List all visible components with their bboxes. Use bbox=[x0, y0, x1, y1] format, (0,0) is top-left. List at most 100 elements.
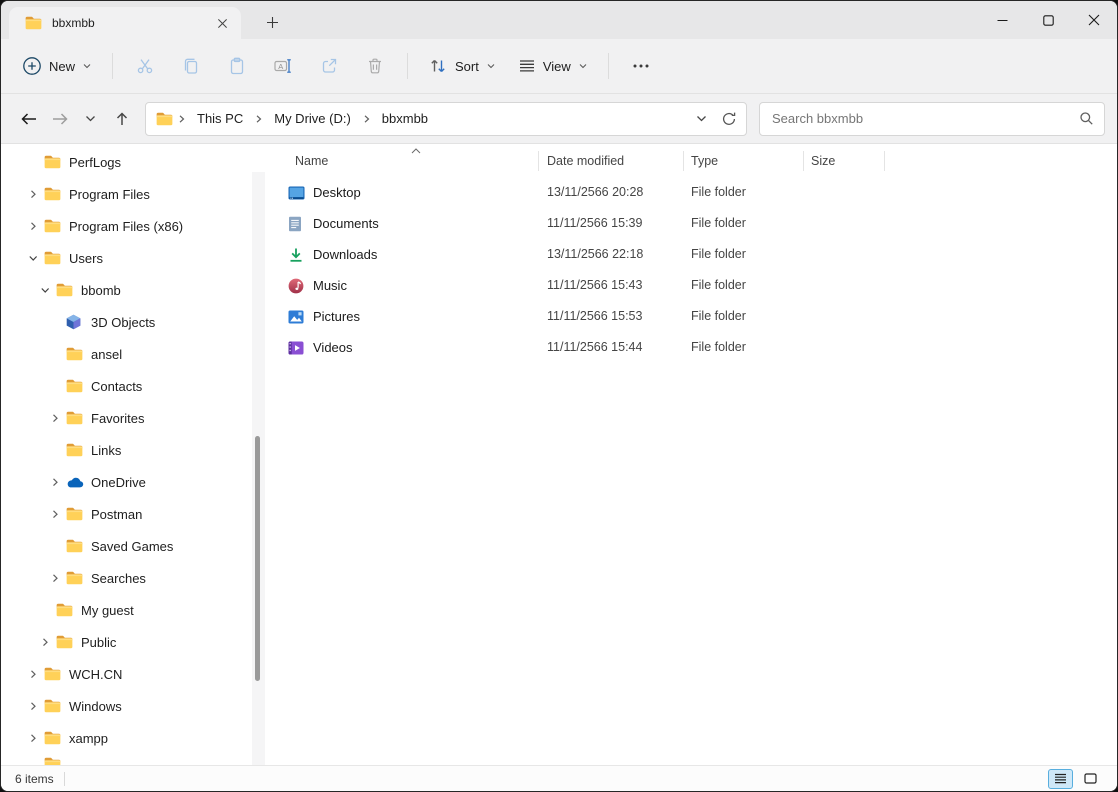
address-row: This PC My Drive (D:) bbxmbb bbox=[1, 94, 1117, 144]
chevron-down-icon[interactable] bbox=[37, 285, 52, 295]
folder-icon bbox=[56, 283, 75, 297]
sidebar-scrollbar-thumb[interactable] bbox=[255, 436, 260, 681]
sidebar-item-my-guest[interactable]: My guest bbox=[1, 594, 266, 626]
search-box[interactable] bbox=[759, 102, 1105, 136]
address-dropdown-button[interactable] bbox=[688, 105, 715, 132]
column-header-size[interactable]: Size bbox=[811, 148, 835, 174]
view-button[interactable]: View bbox=[507, 48, 599, 84]
share-button[interactable] bbox=[306, 48, 352, 84]
downloads-folder-icon bbox=[288, 247, 304, 263]
sidebar-item-perflogs[interactable]: PerfLogs bbox=[1, 146, 266, 178]
file-name: Desktop bbox=[313, 177, 361, 208]
back-button[interactable] bbox=[13, 103, 44, 134]
up-button[interactable] bbox=[106, 103, 137, 134]
desktop-folder-icon bbox=[288, 185, 305, 200]
sort-button[interactable]: Sort bbox=[417, 48, 507, 84]
breadcrumb-item-my-drive-d[interactable]: My Drive (D:) bbox=[267, 106, 358, 132]
sidebar-item-windows[interactable]: Windows bbox=[1, 690, 266, 722]
tab-close-icon[interactable] bbox=[211, 12, 233, 34]
chevron-down-icon[interactable] bbox=[25, 253, 40, 263]
sidebar-item-wch-cn[interactable]: WCH.CN bbox=[1, 658, 266, 690]
see-more-button[interactable] bbox=[618, 48, 664, 84]
chevron-right-icon[interactable] bbox=[25, 733, 40, 743]
chevron-right-icon[interactable] bbox=[47, 477, 62, 487]
chevron-right-icon[interactable] bbox=[37, 637, 52, 647]
sidebar-item-postman[interactable]: Postman bbox=[1, 498, 266, 530]
sidebar-item-users[interactable]: Users bbox=[1, 242, 266, 274]
sidebar-item-label: bbomb bbox=[81, 283, 121, 298]
sidebar-item-label: WCH.CN bbox=[69, 667, 122, 682]
sidebar-item-program-files[interactable]: Program Files bbox=[1, 178, 266, 210]
chevron-right-icon[interactable] bbox=[47, 573, 62, 583]
file-type: File folder bbox=[691, 270, 746, 301]
explorer-tab[interactable]: bbxmbb bbox=[9, 7, 241, 39]
sidebar-item-program-files-x86[interactable]: Program Files (x86) bbox=[1, 210, 266, 242]
delete-button[interactable] bbox=[352, 48, 398, 84]
minimize-button[interactable] bbox=[979, 1, 1025, 39]
file-row-videos[interactable]: Videos11/11/2566 15:44File folder bbox=[270, 332, 1105, 363]
sidebar-item-public[interactable]: Public bbox=[1, 626, 266, 658]
column-header-date-modified[interactable]: Date modified bbox=[547, 148, 624, 174]
breadcrumb-item-this-pc[interactable]: This PC bbox=[190, 106, 250, 132]
chevron-down-icon bbox=[486, 61, 496, 71]
column-separator[interactable] bbox=[884, 151, 885, 171]
large-icons-view-button[interactable] bbox=[1078, 769, 1103, 789]
file-rows: Desktop13/11/2566 20:28File folderDocume… bbox=[270, 177, 1105, 363]
address-bar[interactable]: This PC My Drive (D:) bbxmbb bbox=[145, 102, 747, 136]
paste-button[interactable] bbox=[214, 48, 260, 84]
items-count: 6 items bbox=[15, 772, 54, 786]
sidebar-item-label: Saved Games bbox=[91, 539, 173, 554]
refresh-button[interactable] bbox=[715, 105, 742, 132]
chevron-right-icon[interactable] bbox=[25, 669, 40, 679]
sidebar-item-3d-objects[interactable]: 3D Objects bbox=[1, 306, 266, 338]
chevron-right-icon[interactable] bbox=[25, 189, 40, 199]
toolbar-separator bbox=[608, 53, 609, 79]
folder-icon bbox=[156, 112, 173, 126]
forward-button[interactable] bbox=[44, 103, 75, 134]
column-separator[interactable] bbox=[683, 151, 684, 171]
recent-locations-button[interactable] bbox=[75, 103, 106, 134]
chevron-right-icon[interactable] bbox=[25, 221, 40, 231]
new-button[interactable]: New bbox=[11, 48, 103, 84]
chevron-down-icon bbox=[82, 61, 92, 71]
file-row-downloads[interactable]: Downloads13/11/2566 22:18File folder bbox=[270, 239, 1105, 270]
breadcrumb-item-bbxmbb[interactable]: bbxmbb bbox=[375, 106, 435, 132]
sidebar-item-favorites[interactable]: Favorites bbox=[1, 402, 266, 434]
new-button-label: New bbox=[49, 59, 75, 74]
cut-button[interactable] bbox=[122, 48, 168, 84]
column-header-name[interactable]: Name bbox=[295, 148, 328, 174]
sidebar-item-contacts[interactable]: Contacts bbox=[1, 370, 266, 402]
toolbar-separator bbox=[407, 53, 408, 79]
column-header-type[interactable]: Type bbox=[691, 148, 718, 174]
chevron-right-icon[interactable] bbox=[25, 701, 40, 711]
sidebar-item-onedrive[interactable]: OneDrive bbox=[1, 466, 266, 498]
sidebar-item-searches[interactable]: Searches bbox=[1, 562, 266, 594]
chevron-right-icon[interactable] bbox=[47, 509, 62, 519]
new-tab-button[interactable] bbox=[259, 10, 285, 34]
file-row-desktop[interactable]: Desktop13/11/2566 20:28File folder bbox=[270, 177, 1105, 208]
sidebar-item-saved-games[interactable]: Saved Games bbox=[1, 530, 266, 562]
copy-button[interactable] bbox=[168, 48, 214, 84]
file-name: Videos bbox=[313, 332, 353, 363]
file-row-music[interactable]: Music11/11/2566 15:43File folder bbox=[270, 270, 1105, 301]
details-view-button[interactable] bbox=[1048, 769, 1073, 789]
sidebar-item-partial[interactable] bbox=[1, 748, 266, 765]
maximize-button[interactable] bbox=[1025, 1, 1071, 39]
sidebar-item-bbomb[interactable]: bbomb bbox=[1, 274, 266, 306]
rename-button[interactable]: A bbox=[260, 48, 306, 84]
file-row-documents[interactable]: Documents11/11/2566 15:39File folder bbox=[270, 208, 1105, 239]
chevron-right-icon[interactable] bbox=[47, 413, 62, 423]
column-separator[interactable] bbox=[538, 151, 539, 171]
column-separator[interactable] bbox=[803, 151, 804, 171]
status-bar: 6 items bbox=[1, 765, 1117, 791]
search-input[interactable] bbox=[770, 110, 1079, 127]
sidebar-item-links[interactable]: Links bbox=[1, 434, 266, 466]
file-list-pane: Name Date modified Type Size Desktop13/11/2… bbox=[266, 144, 1117, 765]
sidebar-item-ansel[interactable]: ansel bbox=[1, 338, 266, 370]
sidebar-item-label: Program Files (x86) bbox=[69, 219, 183, 234]
file-row-pictures[interactable]: Pictures11/11/2566 15:53File folder bbox=[270, 301, 1105, 332]
close-button[interactable] bbox=[1071, 1, 1117, 39]
folder-icon bbox=[25, 16, 42, 30]
pictures-folder-icon bbox=[288, 310, 304, 324]
objects3d-icon bbox=[66, 314, 85, 330]
